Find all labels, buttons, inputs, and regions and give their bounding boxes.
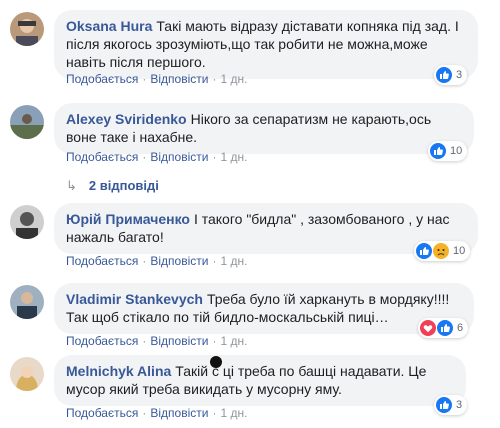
comment-actions: Подобається · Відповісти · 1 дн.: [66, 254, 248, 268]
comment-author[interactable]: Vladimir Stankevych: [66, 291, 203, 307]
reaction-summary[interactable]: 3: [434, 65, 468, 85]
avatar[interactable]: [10, 357, 44, 391]
reaction-count: 3: [456, 399, 463, 411]
reaction-summary[interactable]: 6: [418, 318, 469, 338]
reaction-summary[interactable]: 3: [434, 395, 468, 415]
like-button[interactable]: Подобається: [66, 150, 138, 164]
timestamp[interactable]: 1 дн.: [220, 334, 247, 348]
reaction-count: 10: [453, 245, 466, 257]
timestamp[interactable]: 1 дн.: [220, 72, 247, 86]
reaction-count: 3: [456, 69, 463, 81]
timestamp[interactable]: 1 дн.: [220, 406, 247, 420]
comment-bubble: Oksana Hura Такі мають відразу діставати …: [54, 10, 478, 79]
reaction-summary[interactable]: 10: [414, 241, 471, 261]
comment-bubble: Melnichyk Alina Такій с ці треба по башці…: [54, 355, 466, 406]
like-button[interactable]: Подобається: [66, 406, 138, 420]
love-icon: [420, 320, 436, 336]
avatar[interactable]: [10, 205, 44, 239]
comment-author[interactable]: Melnichyk Alina: [66, 363, 171, 379]
view-replies-link[interactable]: ↳ 2 відповіді: [66, 178, 159, 194]
reply-button[interactable]: Відповісти: [150, 72, 208, 86]
comment-actions: Подобається · Відповісти · 1 дн.: [66, 150, 248, 164]
comment-actions: Подобається · Відповісти · 1 дн.: [66, 72, 248, 86]
reaction-count: 10: [450, 145, 463, 157]
avatar[interactable]: [10, 105, 44, 139]
like-icon: [437, 320, 453, 336]
comment-bubble: Vladimir Stankevych Треба було їй харкану…: [54, 283, 474, 334]
reply-button[interactable]: Відповісти: [150, 334, 208, 348]
reply-button[interactable]: Відповісти: [150, 406, 208, 420]
like-button[interactable]: Подобається: [66, 254, 138, 268]
reply-button[interactable]: Відповісти: [150, 254, 208, 268]
avatar[interactable]: [10, 285, 44, 319]
comment-author[interactable]: Alexey Sviridenko: [66, 111, 187, 127]
comment-author[interactable]: Юрій Примаченко: [66, 211, 190, 227]
avatar[interactable]: [10, 12, 44, 46]
comment-author[interactable]: Oksana Hura: [66, 18, 152, 34]
timestamp[interactable]: 1 дн.: [220, 150, 247, 164]
sad-icon: [433, 243, 449, 259]
like-icon: [430, 143, 446, 159]
like-button[interactable]: Подобається: [66, 334, 138, 348]
comment-actions: Подобається · Відповісти · 1 дн.: [66, 334, 248, 348]
like-icon: [436, 67, 452, 83]
reply-arrow-icon: ↳: [66, 178, 77, 193]
comment-actions: Подобається · Відповісти · 1 дн.: [66, 406, 248, 420]
like-icon: [416, 243, 432, 259]
reaction-summary[interactable]: 10: [428, 141, 468, 161]
like-icon: [436, 397, 452, 413]
like-button[interactable]: Подобається: [66, 72, 138, 86]
censor-blot: [210, 356, 222, 368]
reply-button[interactable]: Відповісти: [150, 150, 208, 164]
comment-bubble: Alexey Sviridenko Нікого за сепаратизм не…: [54, 103, 474, 154]
timestamp[interactable]: 1 дн.: [220, 254, 247, 268]
reaction-count: 6: [457, 322, 464, 334]
